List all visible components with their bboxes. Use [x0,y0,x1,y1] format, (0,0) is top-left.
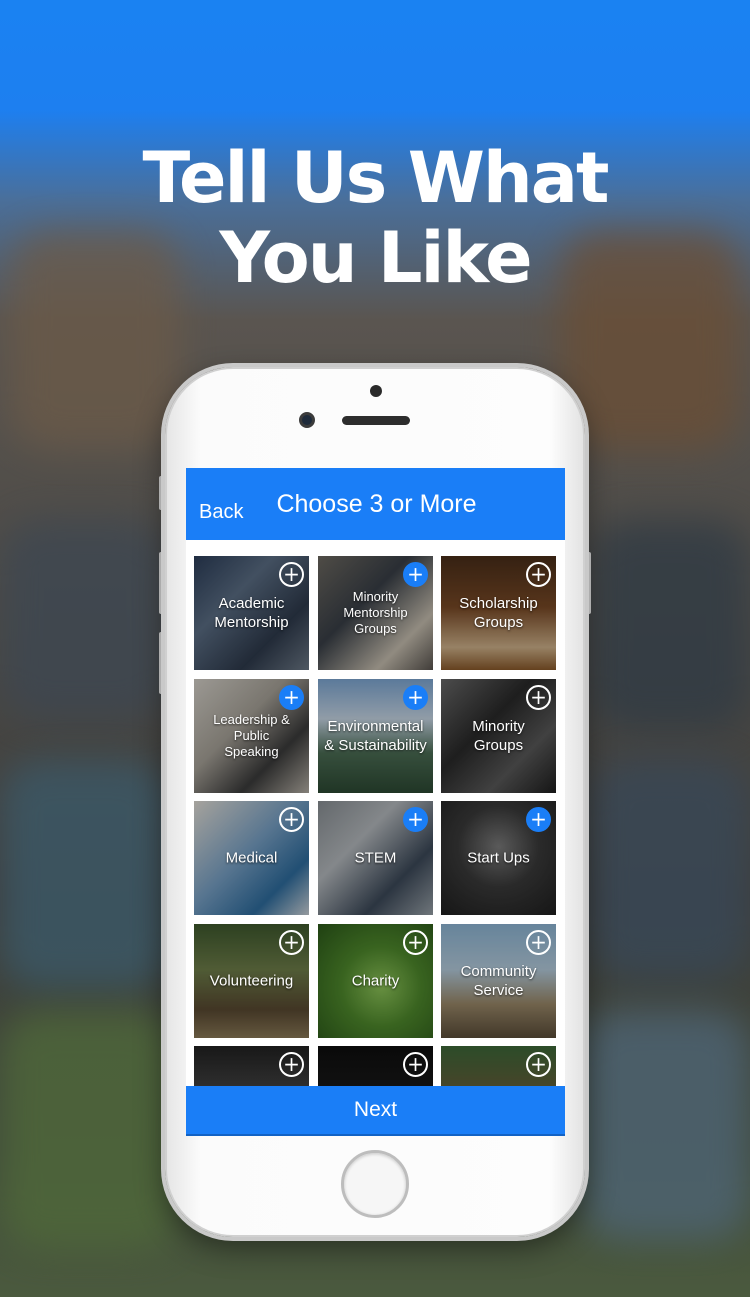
add-category-icon[interactable]: + [526,562,551,587]
page-title: Choose 3 or More [276,490,477,518]
category-label: Scholarship Groups [459,595,538,631]
category-label: Charity [351,972,400,990]
background-blur-patch [580,1010,750,1240]
add-category-icon[interactable]: + [403,1052,428,1077]
category-grid: Academic Mentorship + Minority Mentorship … [194,556,558,1086]
add-category-icon[interactable]: + [279,685,304,710]
category-label: STEM [354,849,397,867]
add-category-icon[interactable]: + [403,562,428,587]
phone-volume-up [159,552,164,614]
category-label: Community Service [460,963,537,999]
category-tile[interactable]: Medical + [194,801,309,915]
add-category-icon[interactable]: + [403,807,428,832]
category-tile[interactable]: Minority Mentorship Groups + [318,556,433,670]
category-tile[interactable]: + [441,1046,556,1086]
category-tile[interactable]: Volunteering + [194,924,309,1038]
phone-volume-down [159,632,164,694]
add-category-icon[interactable]: + [403,930,428,955]
next-button[interactable]: Next [186,1086,565,1136]
add-category-icon[interactable]: + [526,685,551,710]
category-tile[interactable]: Leadership & Public Speaking + [194,679,309,793]
navigation-bar: Back Choose 3 or More [186,468,565,540]
headline-line-2: You Like [219,217,532,299]
add-category-icon[interactable]: + [526,1052,551,1077]
phone-power-button [586,552,591,614]
category-tile[interactable]: Charity + [318,924,433,1038]
category-label: Minority Groups [472,718,525,754]
category-label: Medical [225,849,278,867]
home-button[interactable] [341,1150,409,1218]
headline-line-1: Tell Us What [142,137,610,219]
category-label: Minority Mentorship Groups [343,589,408,636]
add-category-icon[interactable]: + [526,930,551,955]
add-category-icon[interactable]: + [279,807,304,832]
add-category-icon[interactable]: + [279,1052,304,1077]
background-blur-patch [590,520,750,730]
background-blur-patch [590,760,750,980]
category-tile[interactable]: Community Service + [441,924,556,1038]
category-tile[interactable]: Minority Groups + [441,679,556,793]
earpiece-speaker [342,416,410,425]
add-category-icon[interactable]: + [279,930,304,955]
background-blur-patch [0,1010,180,1250]
category-tile[interactable]: + [318,1046,433,1086]
add-category-icon[interactable]: + [526,807,551,832]
add-category-icon[interactable]: + [403,685,428,710]
category-label: Leadership & Public Speaking [213,712,290,759]
background-blur-patch [0,760,170,990]
category-label: Start Ups [467,849,530,867]
background-blur-patch [0,520,170,720]
category-label: Academic Mentorship [214,595,289,631]
front-camera [299,412,315,428]
phone-sensor [370,385,382,397]
category-tile[interactable]: + [194,1046,309,1086]
category-tile[interactable]: Start Ups + [441,801,556,915]
category-tile[interactable]: Academic Mentorship + [194,556,309,670]
category-tile[interactable]: Scholarship Groups + [441,556,556,670]
category-label: Environmental & Sustainability [324,718,427,754]
category-tile[interactable]: STEM + [318,801,433,915]
category-label: Volunteering [209,972,294,990]
category-tile[interactable]: Environmental & Sustainability + [318,679,433,793]
add-category-icon[interactable]: + [279,562,304,587]
promo-headline: Tell Us What You Like [0,138,750,298]
phone-mute-switch [159,476,164,510]
app-screen: Back Choose 3 or More Academic Mentorshi… [186,468,565,1136]
